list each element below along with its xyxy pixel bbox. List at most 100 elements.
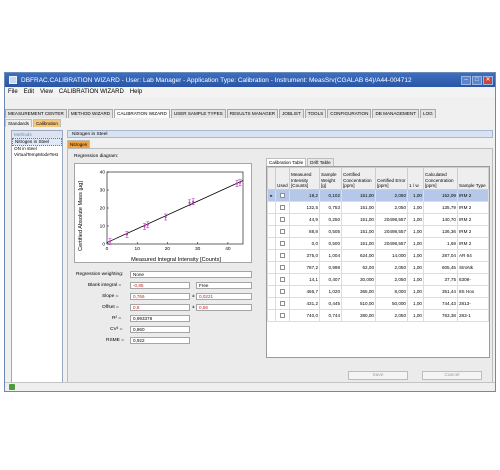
- table-cell[interactable]: 0,753: [319, 201, 342, 214]
- tab-measurement-center[interactable]: MEASUREMENT CENTER: [5, 109, 67, 118]
- table-row[interactable]: 375,0 1,004 624,00 14,000 1,00 287,04 AR 64: [267, 249, 489, 262]
- tab-nitrogen[interactable]: Nitrogen: [67, 140, 91, 148]
- table-cell[interactable]: 510,00: [341, 297, 376, 310]
- used-checkbox[interactable]: [280, 252, 285, 258]
- table-cell[interactable]: 2,050: [375, 201, 408, 214]
- tab-joblist[interactable]: JOBLIST: [279, 109, 304, 118]
- method-item[interactable]: Nitrogen in Steel: [12, 138, 62, 146]
- used-checkbox[interactable]: [280, 264, 285, 270]
- table-cell[interactable]: 1,69: [423, 237, 458, 250]
- table-cell[interactable]: 151,00: [341, 201, 376, 214]
- used-checkbox[interactable]: [280, 216, 285, 222]
- table-cell[interactable]: 740,0: [289, 309, 320, 322]
- table-cell[interactable]: 1,00: [407, 297, 424, 310]
- menu-file[interactable]: File: [8, 89, 18, 95]
- column-header[interactable]: Measured Intensity [Counts]: [289, 167, 320, 190]
- table-cell[interactable]: 88,8: [289, 225, 320, 238]
- table-row[interactable]: 466,7 1,020 365,00 8,000 1,00 351,44 8S Hox: [267, 285, 489, 298]
- table-cell[interactable]: 466,7: [289, 285, 320, 298]
- table-row[interactable]: 787,2 0,998 62,00 2,050 1,00 605,45 StroNk: [267, 261, 489, 274]
- table-cell[interactable]: 1,00: [407, 213, 424, 226]
- table-cell[interactable]: 0,0: [289, 237, 320, 250]
- table-cell[interactable]: 151,00: [341, 237, 376, 250]
- table-cell[interactable]: 351,44: [423, 285, 458, 298]
- table-cell[interactable]: 787,2: [289, 261, 320, 274]
- table-cell[interactable]: 19,2: [289, 189, 320, 202]
- column-header[interactable]: Sample Weight [g]: [319, 167, 342, 190]
- used-checkbox[interactable]: [280, 276, 285, 282]
- table-cell[interactable]: 0,500: [319, 237, 342, 250]
- table-row[interactable]: 0,0 0,500 151,00 20498,557 1,00 1,69 IRM 2: [267, 237, 489, 250]
- table-cell[interactable]: IRM 2: [457, 189, 489, 202]
- table-cell[interactable]: 380,00: [341, 309, 376, 322]
- table-cell[interactable]: 14,000: [375, 249, 408, 262]
- maximize-icon[interactable]: □: [472, 75, 482, 85]
- tab-db-management[interactable]: DB MANAGEMENT: [372, 109, 420, 118]
- table-cell[interactable]: 2,050: [375, 309, 408, 322]
- table-cell[interactable]: 0,102: [319, 189, 342, 202]
- table-cell[interactable]: 136,36: [423, 225, 458, 238]
- column-header[interactable]: Certified Concentration [ppm]: [341, 167, 376, 190]
- menu-help[interactable]: Help: [130, 89, 142, 95]
- table-cell[interactable]: 132,5: [289, 201, 320, 214]
- save-button[interactable]: Save: [348, 371, 408, 380]
- table-cell[interactable]: 1,00: [407, 237, 424, 250]
- table-row[interactable]: 88,8 0,505 151,00 20498,557 1,00 136,36 IRM 2: [267, 225, 489, 238]
- slope-field[interactable]: 0,766: [130, 293, 190, 300]
- table-cell[interactable]: 744,43: [423, 297, 458, 310]
- table-cell[interactable]: 1,00: [407, 309, 424, 322]
- table-cell[interactable]: IRM 2: [457, 213, 489, 226]
- table-cell[interactable]: 0,505: [319, 225, 342, 238]
- menu-edit[interactable]: Edit: [24, 89, 34, 95]
- table-row[interactable]: 132,5 0,753 151,00 2,050 1,00 135,79 IRM 2: [267, 201, 489, 214]
- table-cell[interactable]: 2813-: [457, 297, 489, 310]
- table-cell[interactable]: 50,000: [375, 297, 408, 310]
- tab-calibration[interactable]: Calibration: [32, 119, 61, 127]
- table-cell[interactable]: 1,00: [407, 225, 424, 238]
- used-checkbox[interactable]: [280, 240, 285, 246]
- column-header[interactable]: Used: [275, 167, 290, 190]
- table-cell[interactable]: 287,04: [423, 249, 458, 262]
- table-cell[interactable]: 140,70: [423, 213, 458, 226]
- table-cell[interactable]: 20498,557: [375, 213, 408, 226]
- table-cell[interactable]: 624,00: [341, 249, 376, 262]
- table-cell[interactable]: 135,79: [423, 201, 458, 214]
- tab-tools[interactable]: TOOLS: [304, 109, 327, 118]
- slope-error-field[interactable]: 0,0221: [196, 293, 252, 300]
- table-row[interactable]: ▸ 19,2 0,102 151,00 2,050 1,00 152,09 IRM 2: [267, 189, 489, 202]
- table-cell[interactable]: 30,000: [341, 273, 376, 286]
- table-cell[interactable]: 6308-: [457, 273, 489, 286]
- table-cell[interactable]: 8,000: [375, 285, 408, 298]
- table-cell[interactable]: 8S Hox: [457, 285, 489, 298]
- used-checkbox[interactable]: [280, 204, 285, 210]
- tab-user-sample-types[interactable]: USER SAMPLE TYPES: [170, 109, 226, 118]
- used-checkbox[interactable]: [280, 300, 285, 306]
- column-header[interactable]: Certified Error [ppm]: [375, 167, 408, 190]
- menu-view[interactable]: View: [40, 89, 53, 95]
- table-row[interactable]: 431,2 0,445 510,00 50,000 1,00 744,43 2813-: [267, 297, 489, 310]
- used-checkbox[interactable]: [280, 228, 285, 234]
- table-cell[interactable]: 44,9: [289, 213, 320, 226]
- table-cell[interactable]: 375,0: [289, 249, 320, 262]
- offset-error-field[interactable]: 0,56: [196, 304, 252, 311]
- blank-integral-field[interactable]: -0,85: [130, 282, 190, 289]
- table-cell[interactable]: 151,00: [341, 189, 376, 202]
- table-cell[interactable]: IRM 2: [457, 201, 489, 214]
- table-row[interactable]: 44,9 0,250 151,00 20498,557 1,00 140,70 IRM 2: [267, 213, 489, 226]
- table-row[interactable]: 740,0 0,744 380,00 2,050 1,00 763,38 283-1: [267, 309, 489, 322]
- table-cell[interactable]: 14,1: [289, 273, 320, 286]
- column-header[interactable]: Sample Type: [457, 167, 489, 190]
- offset-field[interactable]: 0,8: [130, 304, 190, 311]
- regression-weighting-select[interactable]: None: [130, 271, 252, 278]
- table-cell[interactable]: 151,00: [341, 213, 376, 226]
- table-cell[interactable]: 2,050: [375, 273, 408, 286]
- table-cell[interactable]: 20498,557: [375, 237, 408, 250]
- table-cell[interactable]: 0,250: [319, 213, 342, 226]
- table-cell[interactable]: 2,050: [375, 189, 408, 202]
- table-cell[interactable]: 283-1: [457, 309, 489, 322]
- table-cell[interactable]: 151,00: [341, 225, 376, 238]
- table-cell[interactable]: 37,75: [423, 273, 458, 286]
- table-cell[interactable]: 1,00: [407, 249, 424, 262]
- table-cell[interactable]: 1,004: [319, 249, 342, 262]
- table-cell[interactable]: StroNk: [457, 261, 489, 274]
